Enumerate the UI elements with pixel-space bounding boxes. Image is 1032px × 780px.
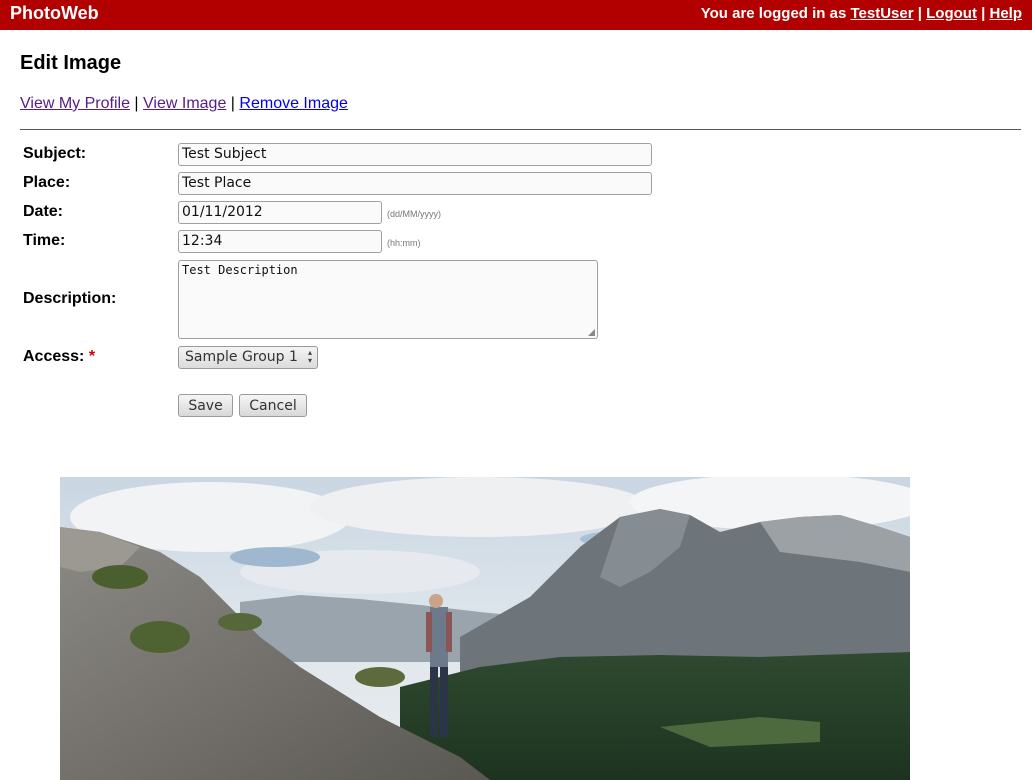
logout-link[interactable]: Logout <box>926 5 977 22</box>
place-label: Place: <box>23 174 71 191</box>
description-label: Description: <box>23 290 117 307</box>
user-bar-separator: | <box>917 5 922 22</box>
access-select[interactable]: Sample Group 1 ▴ ▾ <box>178 346 318 369</box>
divider <box>20 129 1021 130</box>
place-input[interactable]: Test Place <box>178 172 652 195</box>
page-title: Edit Image <box>20 52 122 74</box>
action-links: View My Profile | View Image | Remove Im… <box>20 94 348 114</box>
username-link[interactable]: TestUser <box>850 5 913 22</box>
up-down-chevron-icon: ▴ ▾ <box>307 348 312 365</box>
time-input[interactable]: 12:34 <box>178 230 382 253</box>
subject-input[interactable]: Test Subject <box>178 143 652 166</box>
link-separator: | <box>134 95 139 112</box>
access-label: Access: * <box>23 347 95 367</box>
header-bar: PhotoWeb You are logged in as TestUser |… <box>0 0 1032 30</box>
user-bar: You are logged in as TestUser | Logout |… <box>701 5 1022 23</box>
required-marker: * <box>88 348 96 365</box>
link-separator: | <box>230 95 235 112</box>
landscape-photo <box>60 477 910 780</box>
help-link[interactable]: Help <box>989 5 1022 22</box>
access-label-text: Access: <box>23 348 85 365</box>
date-label: Date: <box>23 203 64 220</box>
description-text: Test Description <box>182 263 298 277</box>
view-profile-link[interactable]: View My Profile <box>20 95 130 112</box>
date-input[interactable]: 01/11/2012 <box>178 201 382 224</box>
remove-image-link[interactable]: Remove Image <box>239 95 348 112</box>
image-preview <box>60 477 910 780</box>
logged-in-text: You are logged in as <box>700 5 847 22</box>
time-label: Time: <box>23 232 66 249</box>
time-format-hint: (hh:mm) <box>387 238 421 248</box>
description-textarea[interactable]: Test Description <box>178 260 598 339</box>
save-button[interactable]: Save <box>178 394 233 417</box>
user-bar-separator: | <box>981 5 986 22</box>
resize-handle-icon[interactable] <box>588 329 595 336</box>
access-selected-value: Sample Group 1 <box>185 349 298 365</box>
subject-label: Subject: <box>23 145 87 162</box>
cancel-button[interactable]: Cancel <box>239 394 307 417</box>
date-format-hint: (dd/MM/yyyy) <box>387 209 441 219</box>
brand-logo[interactable]: PhotoWeb <box>10 3 99 23</box>
view-image-link[interactable]: View Image <box>143 95 226 112</box>
